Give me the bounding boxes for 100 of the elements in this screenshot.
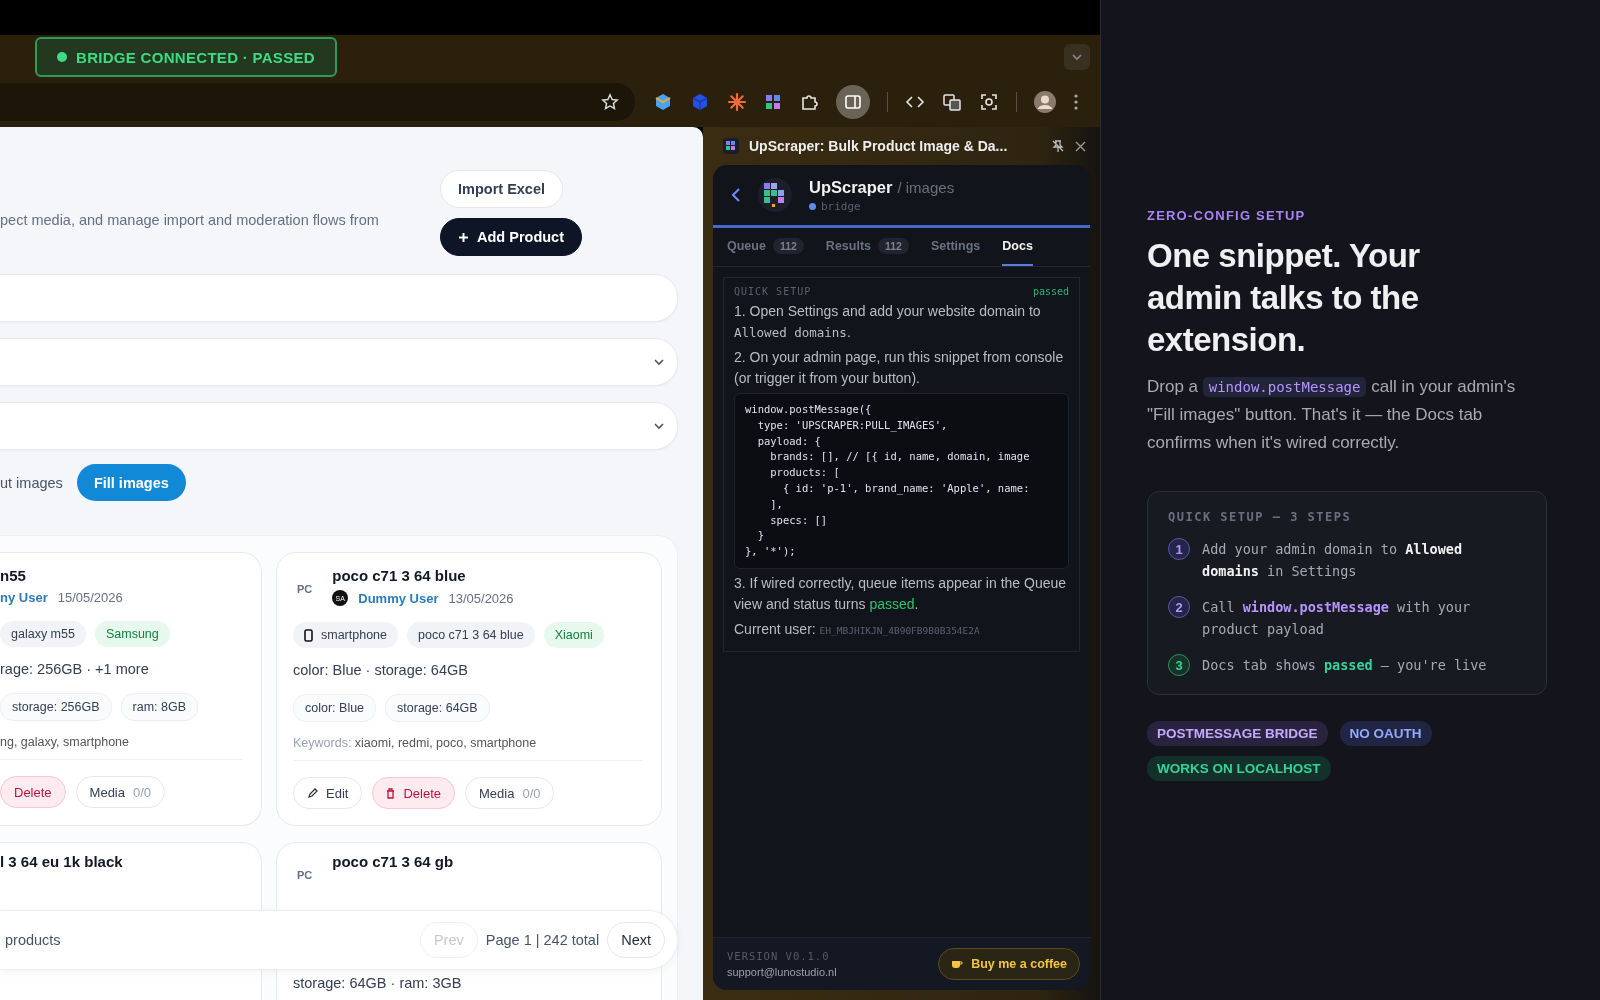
- product-tag: poco c71 3 64 blue: [407, 622, 535, 648]
- panel-tab[interactable]: Results 112: [825, 228, 909, 266]
- version-label: VERSION V0.1.0: [727, 950, 831, 962]
- edit-button[interactable]: Edit: [293, 777, 363, 809]
- author-link[interactable]: Dummy User: [358, 590, 439, 606]
- support-email[interactable]: support@lunostudio.nl: [727, 966, 837, 978]
- code-line: }: [756, 528, 765, 544]
- search-field[interactable]: [0, 274, 678, 322]
- plus-icon: [458, 231, 469, 243]
- pencil-icon: [307, 787, 318, 799]
- keywords-text: ng, galaxy, smartphone: [0, 735, 243, 760]
- panel-tab[interactable]: Settings: [930, 228, 981, 266]
- filter-option[interactable]: ut images: [0, 474, 63, 491]
- keywords-text: Keywords: xiaomi, redmi, poco, smartphone: [293, 736, 643, 761]
- translate-icon[interactable]: [942, 92, 962, 112]
- step-number: 1: [1168, 538, 1190, 560]
- panel-tab[interactable]: Queue 112: [727, 228, 804, 266]
- product-tag: galaxy m55: [0, 621, 86, 647]
- product-date: 13/05/2026: [448, 590, 514, 606]
- step-number: 2: [1168, 596, 1190, 618]
- app-name: UpScraper: [809, 177, 893, 197]
- status-dot-icon: [57, 52, 67, 62]
- spec-summary: rage: 256GB · +1 more: [0, 661, 150, 677]
- star-icon[interactable]: [601, 93, 619, 111]
- spec-tag: color: Blue: [293, 694, 377, 722]
- chevron-icon: [653, 422, 665, 430]
- capture-icon[interactable]: [979, 92, 999, 112]
- extension-icon: [723, 138, 739, 154]
- cup-icon: [951, 959, 964, 969]
- step-text: 3. If wired correctly, queue items appear in the Queue view and status turns passed.: [734, 573, 1068, 614]
- step-text: Call window.postMessage with your product payload: [1202, 598, 1472, 639]
- puzzle-icon[interactable]: [799, 92, 819, 112]
- unpin-icon[interactable]: [1051, 139, 1065, 153]
- current-user: Current user: EH_MBJHIKJN_4B90FB9B0B354E2A: [734, 619, 981, 639]
- product-date: 15/05/2026: [57, 590, 123, 605]
- coffee-button[interactable]: Buy me a coffee: [938, 948, 1080, 980]
- brand-tag: Xiaomi: [543, 622, 604, 648]
- code-line: }, '*');: [745, 544, 797, 560]
- intro-paragraph: Drop a window.postMessage call in your admin's "Fill images" button. That's it — the Docs tab confirms when it's wired correctly.: [1147, 376, 1517, 454]
- add-product-button[interactable]: Add Product: [440, 218, 582, 256]
- status-dot-icon: [809, 202, 816, 210]
- feature-tag: NO OAUTH: [1339, 721, 1432, 746]
- feature-tag: WORKS ON LOCALHOST: [1147, 756, 1331, 781]
- code-line: ],: [769, 496, 784, 512]
- trash-icon: [386, 787, 396, 799]
- tab-menu-button[interactable]: [1064, 44, 1090, 70]
- burst-icon[interactable]: [727, 92, 747, 112]
- step-text: Docs tab shows passed — you're live: [1202, 656, 1487, 675]
- section-eyebrow: ZERO-CONFIG SETUP: [1147, 208, 1306, 223]
- app-path: / images: [897, 178, 955, 196]
- step-text: 1. Open Settings and add your website domain to Allowed domains.: [734, 302, 1042, 342]
- status-label: BRIDGE CONNECTED · PASSED: [76, 48, 315, 66]
- more-icon[interactable]: [1073, 93, 1079, 111]
- code-line: type: 'UPSCRAPER:PULL_IMAGES',: [756, 417, 949, 434]
- fill-images-button[interactable]: Fill images: [76, 464, 186, 501]
- grid-icon[interactable]: [764, 93, 782, 111]
- status-text: passed: [1032, 286, 1069, 297]
- step-text: 2. On your admin page, run this snippet from console (or trigger it from your button).: [734, 348, 1065, 388]
- product-initials: PC: [296, 869, 313, 881]
- spec-tag: storage: 256GB: [0, 693, 112, 721]
- panel-tab[interactable]: Docs: [1002, 228, 1033, 266]
- delete-button[interactable]: Delete: [0, 776, 66, 808]
- product-title: poco c71 3 64 gb: [332, 853, 454, 870]
- product-title: n55: [0, 567, 27, 584]
- chevron-icon: [1071, 53, 1083, 61]
- spec-tag: storage: 64GB: [385, 694, 490, 722]
- product-initials: PC: [296, 583, 313, 595]
- brand-tag: Samsung: [94, 621, 170, 647]
- code-line: brands: [], // [{ id, name, domain, image: [769, 449, 1031, 465]
- code-line: products: [: [769, 465, 841, 481]
- product-title: poco c71 3 64 blue: [332, 567, 467, 584]
- feature-tag: POSTMESSAGE BRIDGE: [1147, 721, 1328, 746]
- chevron-icon: [653, 358, 665, 366]
- docs-heading: QUICK SETUP: [734, 286, 812, 297]
- code-line: { id: 'p-1', brand_name: 'Apple', name:: [781, 481, 1031, 497]
- pagination-summary: products: [5, 932, 61, 948]
- spec-summary: color: Blue · storage: 64GB: [293, 662, 469, 678]
- cube-icon[interactable]: [653, 92, 673, 112]
- side-panel-icon[interactable]: [836, 85, 870, 119]
- next-button[interactable]: Next: [607, 922, 665, 958]
- avatar-icon[interactable]: [1034, 91, 1056, 113]
- steps-title: QUICK SETUP — 3 STEPS: [1168, 510, 1353, 524]
- spec-tag: ram: 8GB: [120, 693, 199, 721]
- page-info: Page 1 | 242 total: [485, 932, 600, 948]
- headline: One snippet. Your admin talks to the extension.: [1147, 236, 1421, 360]
- code-line: specs: []: [769, 512, 829, 528]
- back-icon[interactable]: [731, 187, 741, 203]
- close-icon[interactable]: [1075, 140, 1086, 152]
- step-text: Add your admin domain to Allowed domains in Settings: [1202, 540, 1464, 581]
- spec-summary: storage: 64GB · ram: 3GB: [293, 975, 463, 991]
- panel-title: UpScraper: Bulk Product Image & Da...: [749, 138, 1009, 154]
- delete-button[interactable]: Delete: [372, 777, 455, 809]
- media-button[interactable]: Media 0/0: [465, 777, 555, 809]
- step-number: 3: [1168, 654, 1190, 676]
- product-title: l 3 64 eu 1k black: [0, 853, 123, 870]
- author-link[interactable]: ny User: [0, 590, 48, 605]
- code-line: window.postMessage({: [745, 402, 873, 417]
- import-button[interactable]: Import Excel: [440, 170, 564, 208]
- page-description: pect media, and manage import and moderation flows from: [0, 211, 380, 230]
- media-button[interactable]: Media 0/0: [75, 776, 166, 808]
